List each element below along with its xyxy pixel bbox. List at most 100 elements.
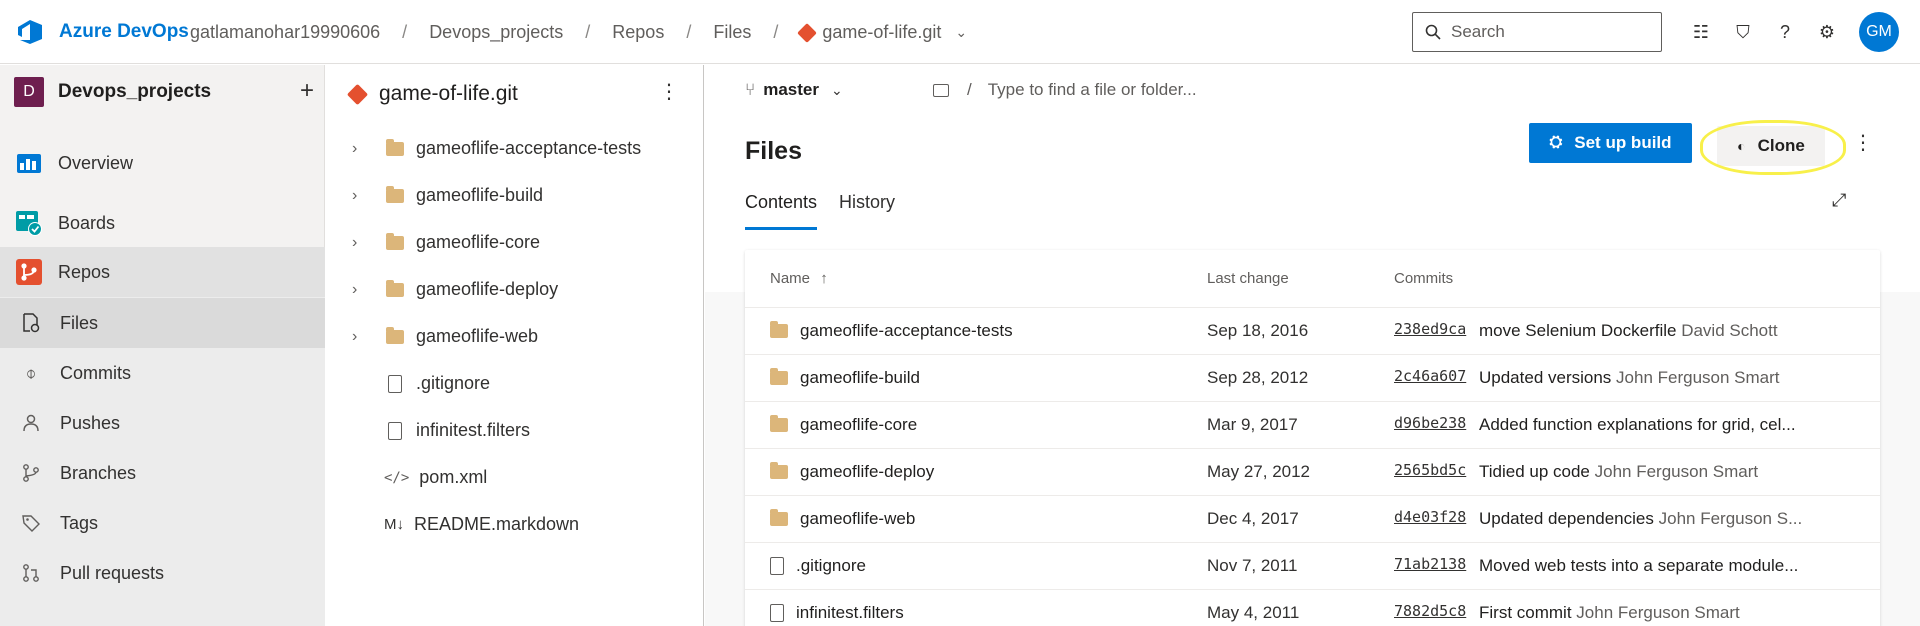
tree-item[interactable]: .gitignore [326, 360, 703, 407]
sidebar-item-boards[interactable]: Boards [0, 198, 325, 248]
table-row[interactable]: .gitignore Nov 7, 2011 71ab2138 Moved we… [745, 542, 1880, 589]
repo-header[interactable]: game-of-life.git [346, 82, 518, 106]
marketplace-bag-icon[interactable]: ⛉ [1722, 18, 1764, 46]
row-name[interactable]: gameoflife-core [800, 415, 917, 435]
tab-contents[interactable]: Contents [745, 192, 818, 230]
row-name[interactable]: gameoflife-web [800, 509, 915, 529]
breadcrumb-repo[interactable]: game-of-life.git [822, 22, 941, 43]
row-name[interactable]: infinitest.filters [796, 603, 904, 623]
avatar[interactable]: GM [1859, 12, 1899, 52]
table-row[interactable]: infinitest.filters May 4, 2011 7882d5c8 … [745, 589, 1880, 626]
column-header-name[interactable]: Name ↑ [770, 270, 828, 287]
sidebar-item-pull-requests[interactable]: Pull requests [0, 548, 325, 598]
breadcrumb-project[interactable]: Devops_projects [429, 22, 563, 43]
tree-item[interactable]: › gameoflife-build [326, 172, 703, 219]
fullscreen-icon[interactable]: ⤢ [1832, 190, 1846, 211]
set-up-build-button[interactable]: ⛭ Set up build [1529, 123, 1692, 163]
column-header-commits[interactable]: Commits [1394, 270, 1453, 287]
row-name[interactable]: gameoflife-acceptance-tests [800, 321, 1013, 341]
sidebar-item-pushes[interactable]: Pushes [0, 398, 325, 448]
tree-item[interactable]: › gameoflife-web [326, 313, 703, 360]
chevron-right-icon[interactable]: › [352, 328, 372, 346]
clone-button[interactable]: ◐ Clone [1717, 126, 1825, 166]
search-box[interactable] [1412, 12, 1662, 52]
project-badge: D [14, 77, 44, 107]
tree-item[interactable]: infinitest.filters [326, 407, 703, 454]
add-icon[interactable]: + [300, 77, 314, 105]
column-header-last-change[interactable]: Last change [1207, 270, 1289, 287]
more-options-icon[interactable]: ⋮ [659, 79, 679, 104]
commit-author: John Ferguson Smart [1576, 603, 1740, 622]
table-row[interactable]: gameoflife-build Sep 28, 2012 2c46a607 U… [745, 354, 1880, 401]
brand-name[interactable]: Azure DevOps [59, 21, 189, 43]
table-row[interactable]: gameoflife-core Mar 9, 2017 d96be238 Add… [745, 401, 1880, 448]
commit-hash-link[interactable]: 2565bd5c [1394, 461, 1466, 479]
chevron-down-icon[interactable]: ⌄ [955, 24, 967, 41]
tree-item-label: gameoflife-build [416, 185, 544, 205]
chevron-right-icon[interactable]: › [352, 187, 372, 205]
row-date: Dec 4, 2017 [1207, 509, 1299, 528]
tree-item[interactable]: M↓ README.markdown [326, 501, 703, 548]
tab-history[interactable]: History [839, 192, 895, 230]
tree-item-label: pom.xml [419, 467, 488, 487]
commit-message-text: Updated dependencies [1479, 509, 1654, 528]
folder-icon [386, 232, 404, 250]
sidebar-item-tags[interactable]: Tags [0, 498, 325, 548]
row-name[interactable]: gameoflife-deploy [800, 462, 934, 482]
tree-item-label: gameoflife-core [416, 232, 541, 252]
boards-icon [14, 208, 44, 238]
code-file-icon: </> [384, 469, 410, 486]
branch-selector[interactable]: ⑂ master ⌄ [745, 80, 843, 100]
row-name[interactable]: .gitignore [796, 556, 866, 576]
commit-hash-link[interactable]: d96be238 [1394, 414, 1466, 432]
help-icon[interactable]: ? [1764, 18, 1806, 46]
files-table: Name ↑ Last change Commits gameoflife-ac… [745, 250, 1880, 626]
sidebar-item-label: Commits [60, 362, 131, 383]
table-row[interactable]: gameoflife-web Dec 4, 2017 d4e03f28 Upda… [745, 495, 1880, 542]
project-header[interactable]: D Devops_projects + [14, 77, 314, 107]
row-name[interactable]: gameoflife-build [800, 368, 920, 388]
git-repo-icon [346, 83, 369, 105]
files-icon [20, 312, 42, 334]
tree-item[interactable]: › gameoflife-deploy [326, 266, 703, 313]
sidebar-item-overview[interactable]: Overview [0, 138, 325, 188]
table-row[interactable]: gameoflife-acceptance-tests Sep 18, 2016… [745, 307, 1880, 354]
sidebar-item-label: Files [60, 312, 99, 333]
folder-icon [386, 185, 404, 203]
commit-message: First commit John Ferguson Smart [1479, 603, 1740, 623]
task-list-icon[interactable]: ☷ [1680, 18, 1722, 46]
commit-message-text: Added function explanations for grid, ce… [1479, 415, 1796, 434]
build-icon: ⛭ [1549, 134, 1563, 151]
chevron-right-icon[interactable]: › [352, 281, 372, 299]
sidebar-item-files[interactable]: Files [0, 298, 325, 348]
user-settings-icon[interactable]: ⚙ [1806, 18, 1848, 46]
tree-item[interactable]: › gameoflife-core [326, 219, 703, 266]
overview-icon [14, 148, 44, 178]
commit-hash-link[interactable]: 2c46a607 [1394, 367, 1466, 385]
commit-hash-link[interactable]: 7882d5c8 [1394, 602, 1466, 620]
commit-hash-link[interactable]: d4e03f28 [1394, 508, 1466, 526]
commit-hash-link[interactable]: 71ab2138 [1394, 555, 1466, 573]
sidebar-item-repos[interactable]: Repos [0, 247, 325, 297]
breadcrumb-repos[interactable]: Repos [612, 22, 664, 43]
more-options-icon[interactable]: ⋮ [1853, 130, 1873, 155]
table-row[interactable]: gameoflife-deploy May 27, 2012 2565bd5c … [745, 448, 1880, 495]
chevron-right-icon[interactable]: › [352, 234, 372, 252]
folder-icon [770, 321, 788, 338]
sidebar-item-commits[interactable]: ⌽ Commits [0, 348, 325, 398]
branch-icon: ⑂ [745, 80, 756, 99]
tree-item[interactable]: › gameoflife-acceptance-tests [326, 125, 703, 172]
file-tree-panel: game-of-life.git ⋮ › gameoflife-acceptan… [326, 65, 704, 626]
search-input[interactable] [1451, 22, 1651, 42]
breadcrumb-files[interactable]: Files [713, 22, 751, 43]
tree-item[interactable]: </> pom.xml [326, 454, 703, 501]
chevron-right-icon[interactable]: › [352, 140, 372, 158]
commit-message-text: move Selenium Dockerfile [1479, 321, 1677, 340]
commit-hash-link[interactable]: 238ed9ca [1394, 320, 1466, 338]
path-input[interactable] [987, 80, 1288, 100]
project-name[interactable]: Devops_projects [58, 81, 211, 103]
sidebar-item-branches[interactable]: Branches [0, 448, 325, 498]
folder-icon[interactable] [933, 83, 949, 97]
breadcrumb-organization[interactable]: gatlamanohar19990606 [190, 22, 380, 43]
azure-devops-logo-icon[interactable] [16, 18, 44, 46]
